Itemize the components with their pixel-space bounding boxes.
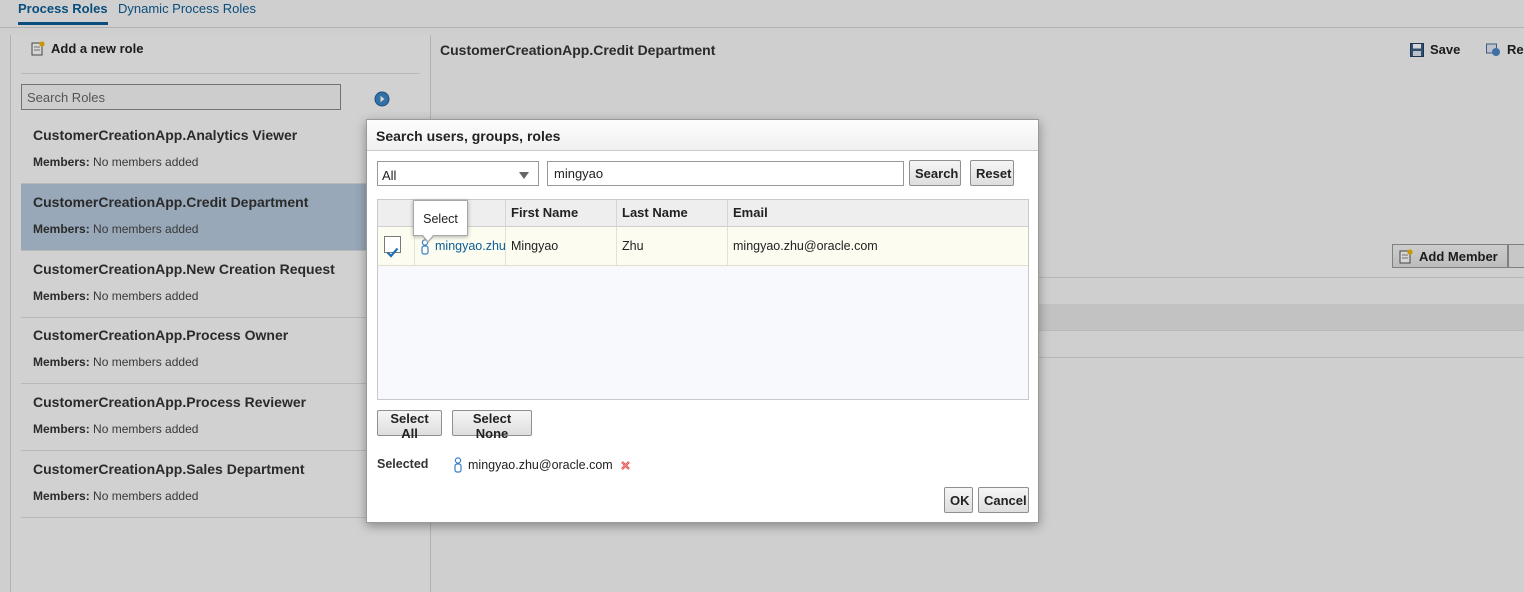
chevron-down-icon xyxy=(519,172,529,179)
row-checkbox[interactable] xyxy=(384,236,401,258)
first-name-cell: Mingyao xyxy=(505,227,616,265)
scope-value: All xyxy=(382,168,397,183)
cancel-button[interactable]: Cancel xyxy=(978,487,1029,513)
select-all-button[interactable]: Select All xyxy=(377,410,442,441)
column-header-select xyxy=(378,200,414,226)
column-header-first-name[interactable]: First Name xyxy=(505,200,616,226)
results-table: First Name Last Name Email mingyao.zhu M… xyxy=(377,199,1029,400)
column-header-last-name[interactable]: Last Name xyxy=(616,200,727,226)
select-cell xyxy=(378,227,414,265)
select-none-button[interactable]: Select None xyxy=(452,410,532,441)
email-cell: mingyao.zhu@oracle.com xyxy=(727,227,1028,265)
selected-item-label: mingyao.zhu@oracle.com xyxy=(468,458,613,472)
column-header-email[interactable]: Email xyxy=(727,200,1028,226)
reset-button[interactable]: Reset xyxy=(970,160,1014,186)
selected-label: Selected xyxy=(377,457,429,471)
remove-icon[interactable] xyxy=(620,460,631,471)
last-name-cell: Zhu xyxy=(616,227,727,265)
search-button[interactable]: Search xyxy=(909,160,961,186)
checkmark-icon xyxy=(386,247,399,258)
dialog-title: Search users, groups, roles xyxy=(376,128,561,144)
select-tooltip: Select xyxy=(413,200,468,236)
dialog-header: Search users, groups, roles xyxy=(367,120,1038,151)
tooltip-tail xyxy=(422,234,434,241)
ok-button[interactable]: OK xyxy=(944,487,973,513)
user-link[interactable]: mingyao.zhu xyxy=(435,239,505,253)
table-header: First Name Last Name Email xyxy=(378,200,1028,227)
scope-select[interactable]: All xyxy=(377,161,539,186)
user-icon xyxy=(454,457,462,473)
selected-item: mingyao.zhu@oracle.com xyxy=(453,457,631,473)
search-query-input[interactable] xyxy=(547,161,904,186)
search-dialog: Search users, groups, roles All Search R… xyxy=(366,119,1039,523)
table-row[interactable]: mingyao.zhu Mingyao Zhu mingyao.zhu@orac… xyxy=(378,227,1028,266)
